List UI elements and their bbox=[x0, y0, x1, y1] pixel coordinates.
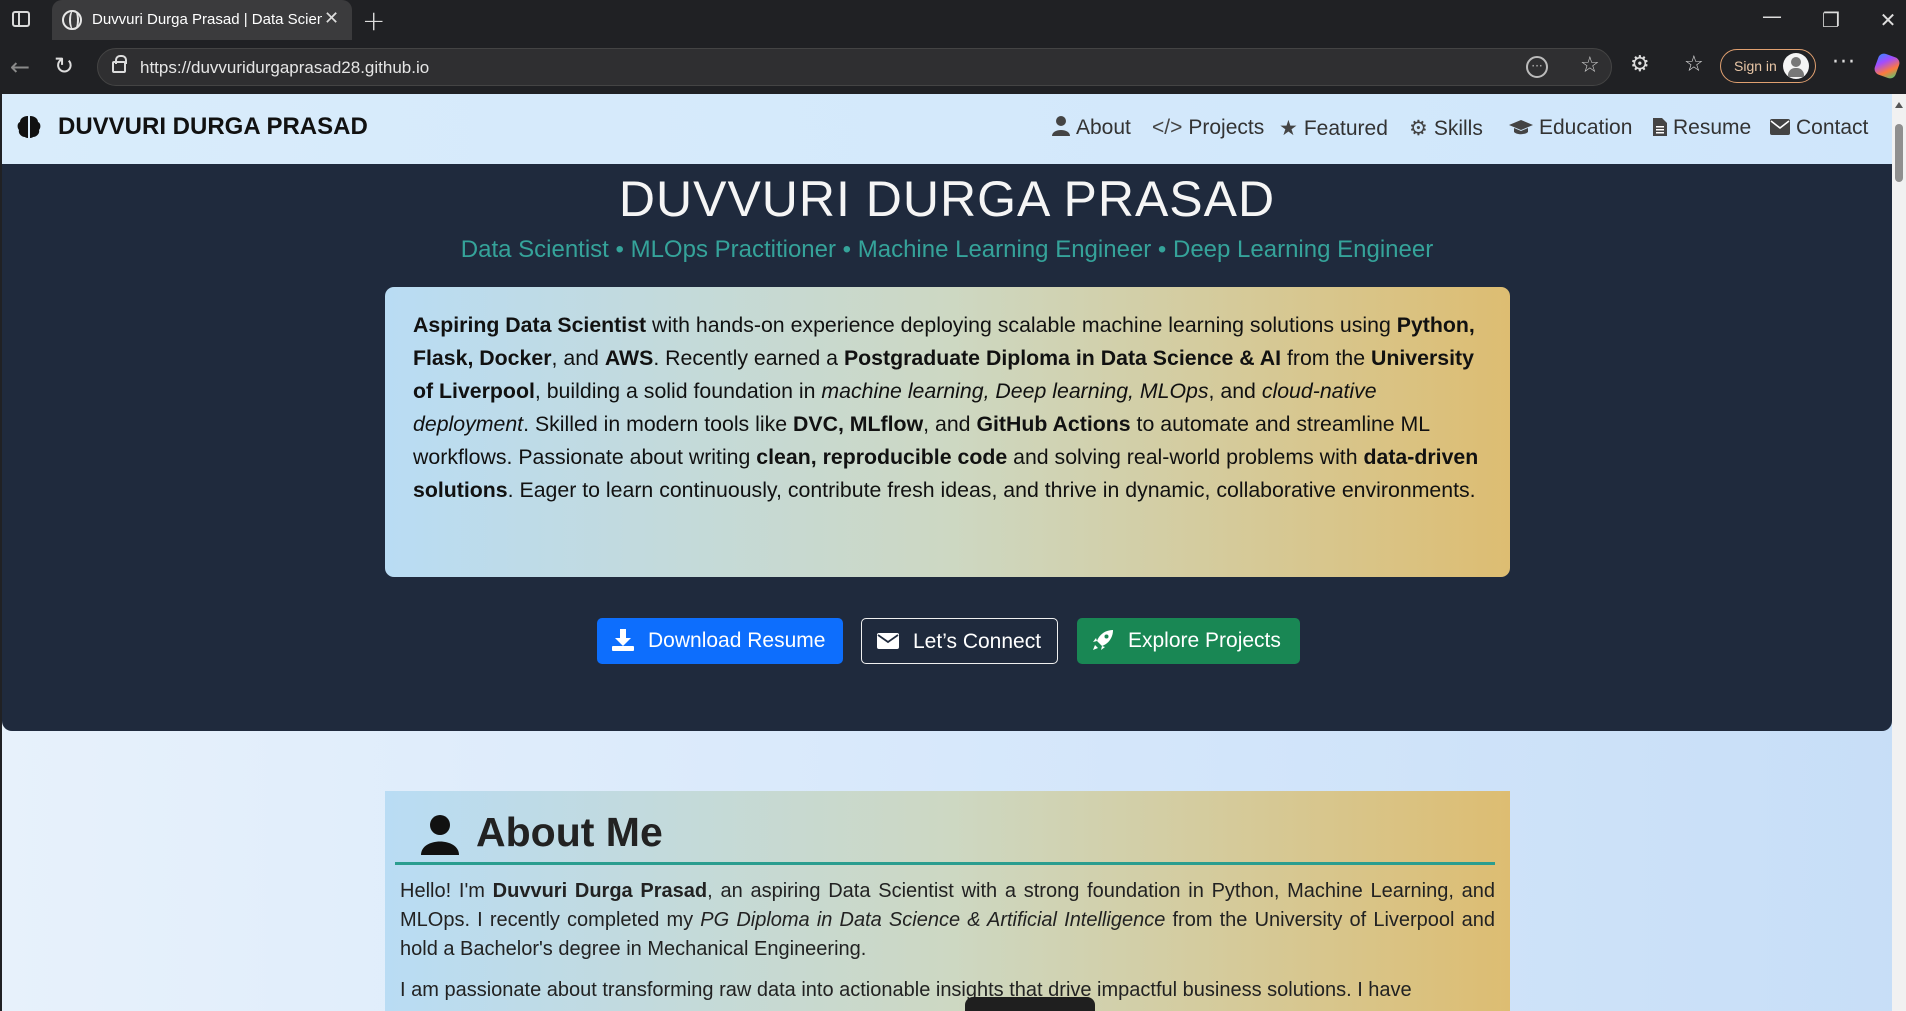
hero-summary: Aspiring Data Scientist with hands-on ex… bbox=[413, 313, 1479, 502]
new-tab-icon[interactable]: + bbox=[362, 4, 385, 37]
brand-title[interactable]: DUVVURI DURGA PRASAD bbox=[58, 113, 368, 141]
about-section: About Me Hello! I'm Duvvuri Durga Prasad… bbox=[385, 791, 1510, 1011]
nav-skills-label: Skills bbox=[1433, 117, 1483, 140]
browser-toolbar: ← ↻ https://duvvuridurgaprasad28.github.… bbox=[0, 40, 1906, 94]
tab-close-icon[interactable]: ✕ bbox=[324, 8, 339, 29]
about-paragraph-1: Hello! I'm Duvvuri Durga Prasad, an aspi… bbox=[400, 880, 1496, 960]
about-title: About Me bbox=[476, 809, 663, 855]
nav-projects-label: Projects bbox=[1188, 116, 1265, 139]
download-resume-label: Download Resume bbox=[648, 629, 826, 652]
nav-education[interactable]: Education bbox=[1509, 116, 1632, 140]
nav-resume-label: Resume bbox=[1673, 116, 1752, 139]
tab-title: Duvvuri Durga Prasad | Data Scientist bbox=[92, 11, 322, 28]
page-scrollbar[interactable] bbox=[1892, 94, 1906, 1011]
hero-section: DUVVURI DURGA PRASAD Data Scientist • ML… bbox=[2, 164, 1892, 731]
nav-featured-label: Featured bbox=[1303, 117, 1388, 140]
browser-titlebar: Duvvuri Durga Prasad | Data Scientist ✕ … bbox=[0, 0, 1906, 40]
read-aloud-icon[interactable]: ··· bbox=[1526, 56, 1548, 78]
url-text[interactable]: https://duvvuridurgaprasad28.github.io bbox=[140, 58, 429, 78]
floating-overlay bbox=[965, 997, 1095, 1011]
scroll-up-icon[interactable] bbox=[1895, 102, 1903, 108]
hero-name: DUVVURI DURGA PRASAD bbox=[618, 171, 1276, 227]
download-icon bbox=[612, 629, 634, 651]
lets-connect-button[interactable]: Let’s Connect bbox=[861, 618, 1058, 664]
tab-actions-icon[interactable] bbox=[12, 11, 30, 27]
envelope-icon bbox=[1770, 116, 1790, 140]
gears-icon: ⚙ bbox=[1409, 117, 1428, 140]
favorites-icon[interactable]: ☆ bbox=[1684, 52, 1704, 77]
rocket-icon bbox=[1093, 630, 1113, 650]
browser-tab[interactable]: Duvvuri Durga Prasad | Data Scientist ✕ bbox=[52, 0, 352, 40]
restore-icon[interactable]: ❐ bbox=[1816, 8, 1846, 32]
user-icon bbox=[1052, 116, 1070, 140]
explore-projects-button[interactable]: Explore Projects bbox=[1077, 618, 1300, 664]
about-paragraph-2: I am passionate about transforming raw d… bbox=[400, 979, 1412, 1001]
hero-summary-card: Aspiring Data Scientist with hands-on ex… bbox=[385, 287, 1510, 577]
lets-connect-label: Let’s Connect bbox=[913, 630, 1042, 653]
nav-projects[interactable]: </> Projects bbox=[1152, 116, 1264, 140]
nav-skills[interactable]: ⚙ Skills bbox=[1409, 116, 1483, 141]
nav-contact[interactable]: Contact bbox=[1770, 116, 1868, 140]
star-icon: ★ bbox=[1279, 117, 1298, 140]
sign-in-label: Sign in bbox=[1734, 58, 1777, 74]
extensions-icon[interactable]: ⚙ bbox=[1630, 52, 1650, 77]
scroll-thumb[interactable] bbox=[1895, 124, 1903, 182]
nav-contact-label: Contact bbox=[1796, 116, 1869, 139]
nav-featured[interactable]: ★ Featured bbox=[1279, 116, 1388, 141]
address-bar[interactable]: https://duvvuridurgaprasad28.github.io ·… bbox=[97, 48, 1612, 86]
sign-in-button[interactable]: Sign in bbox=[1720, 49, 1816, 83]
page-viewport: DUVVURI DURGA PRASAD About </> Projects ★… bbox=[2, 94, 1906, 1011]
more-options-icon[interactable]: ··· bbox=[1832, 50, 1856, 75]
nav-about[interactable]: About bbox=[1052, 116, 1131, 140]
about-divider bbox=[395, 862, 1495, 865]
nav-education-label: Education bbox=[1539, 116, 1633, 139]
about-text: Hello! I'm Duvvuri Durga Prasad, an aspi… bbox=[400, 877, 1495, 1011]
graduation-cap-icon bbox=[1509, 116, 1533, 140]
envelope-icon bbox=[877, 633, 899, 649]
favorite-star-icon[interactable]: ☆ bbox=[1580, 53, 1600, 78]
nav-resume[interactable]: Resume bbox=[1653, 116, 1751, 140]
minimize-icon[interactable]: — bbox=[1757, 4, 1787, 28]
globe-icon bbox=[62, 10, 82, 30]
file-icon bbox=[1653, 116, 1667, 140]
brain-icon bbox=[17, 116, 41, 138]
avatar-icon bbox=[1783, 53, 1809, 79]
user-icon bbox=[421, 815, 459, 855]
code-icon: </> bbox=[1152, 116, 1183, 139]
lock-icon[interactable] bbox=[112, 55, 127, 73]
download-resume-button[interactable]: Download Resume bbox=[597, 618, 843, 664]
reload-icon[interactable]: ↻ bbox=[54, 52, 74, 80]
back-icon[interactable]: ← bbox=[10, 53, 30, 81]
hero-subtitle: Data Scientist • MLOps Practitioner • Ma… bbox=[460, 236, 1434, 263]
window-close-icon[interactable]: ✕ bbox=[1873, 8, 1903, 32]
site-navbar: DUVVURI DURGA PRASAD About </> Projects ★… bbox=[2, 94, 1892, 164]
nav-about-label: About bbox=[1076, 116, 1131, 139]
explore-projects-label: Explore Projects bbox=[1128, 629, 1281, 652]
